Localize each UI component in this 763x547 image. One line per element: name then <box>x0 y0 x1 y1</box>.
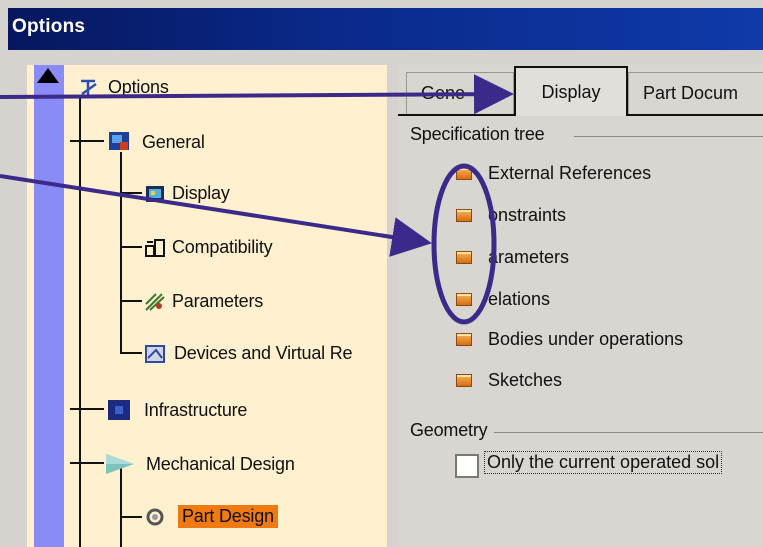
annotation-arrow-to-spec-options <box>0 174 432 257</box>
annotation-overlay <box>0 74 514 325</box>
annotation-arrow-to-display-tab <box>0 74 514 115</box>
options-window: Options Options General Display Compatib… <box>0 0 763 547</box>
annotation-ellipse <box>431 163 497 325</box>
